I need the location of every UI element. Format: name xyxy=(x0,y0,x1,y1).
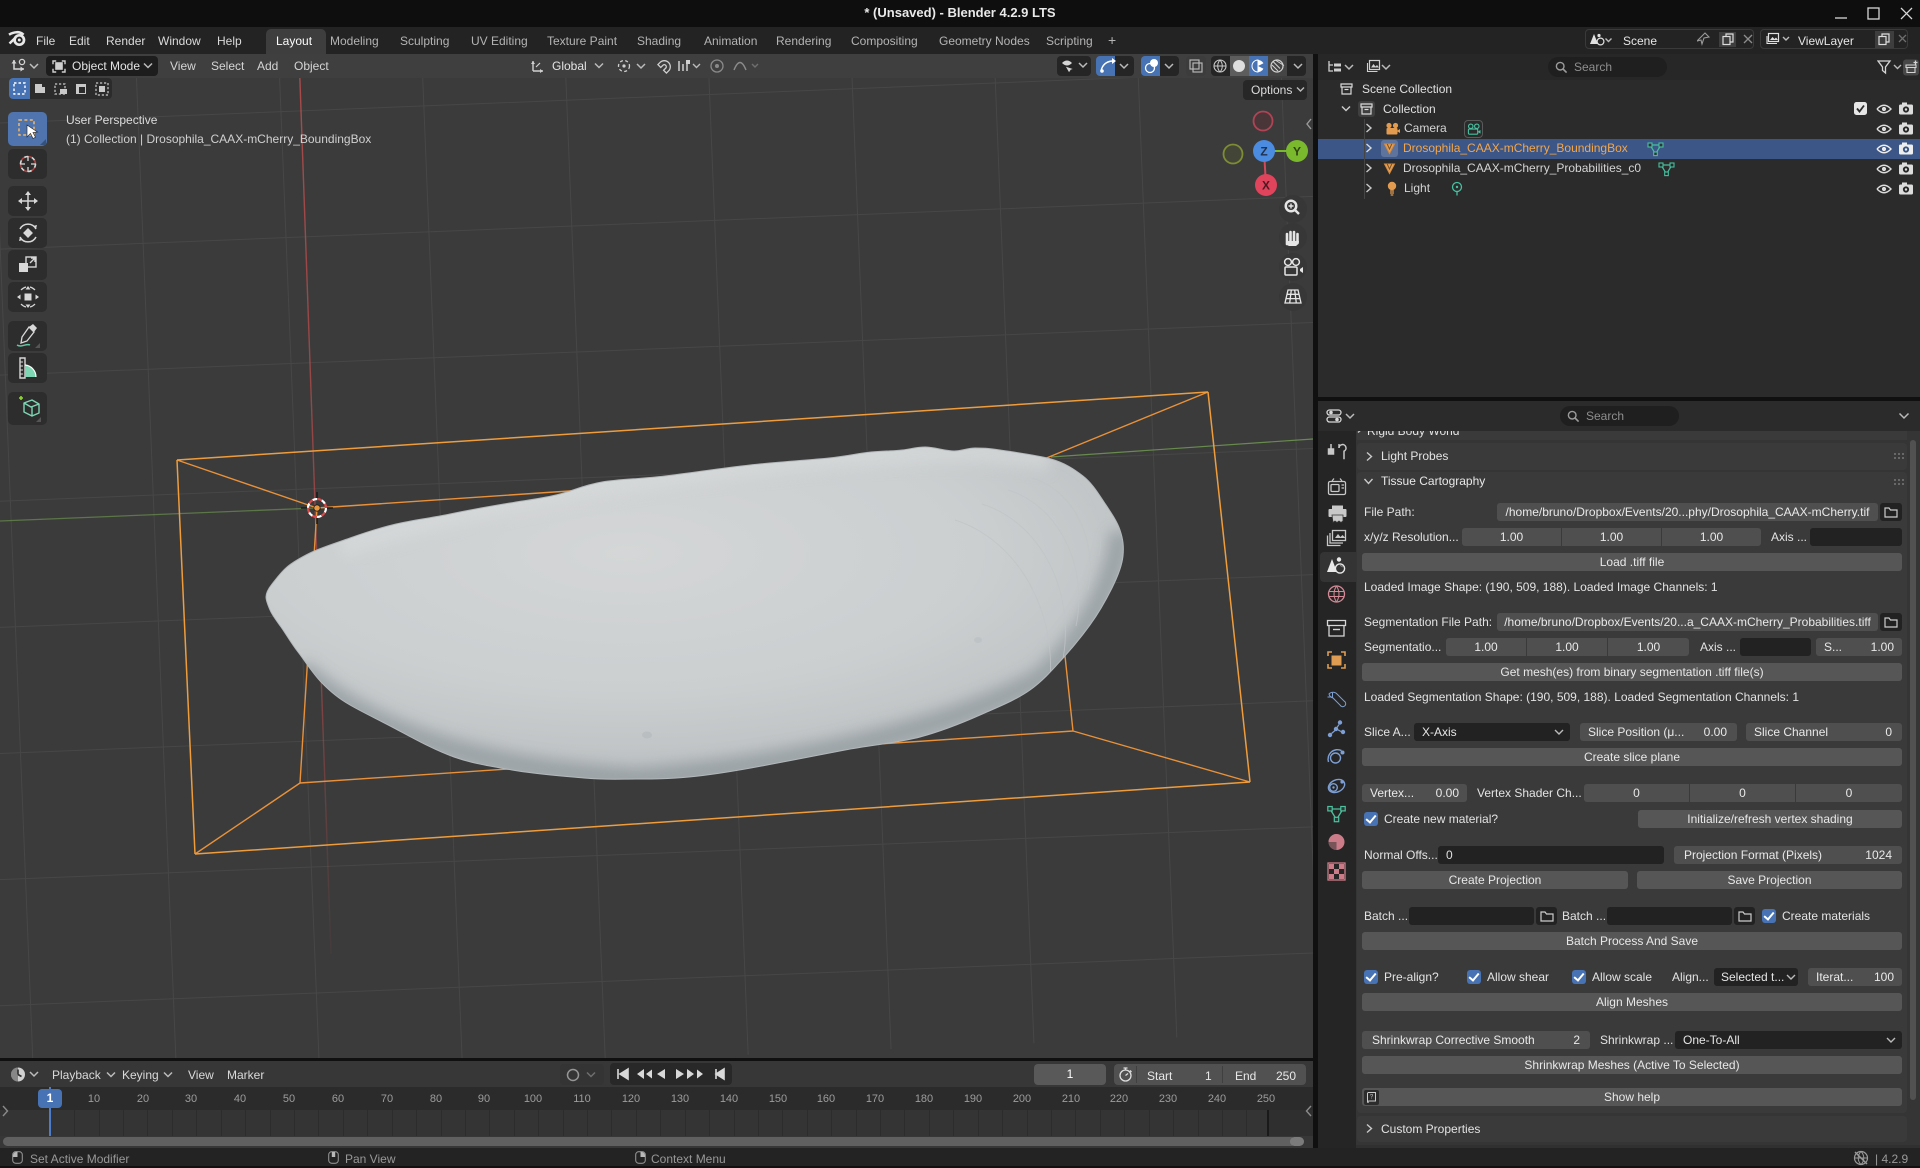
svg-text:X: X xyxy=(1262,179,1270,193)
svg-text:?: ? xyxy=(1370,1095,1374,1101)
svg-text:Y: Y xyxy=(1293,145,1301,159)
svg-text:Z: Z xyxy=(1260,145,1267,159)
